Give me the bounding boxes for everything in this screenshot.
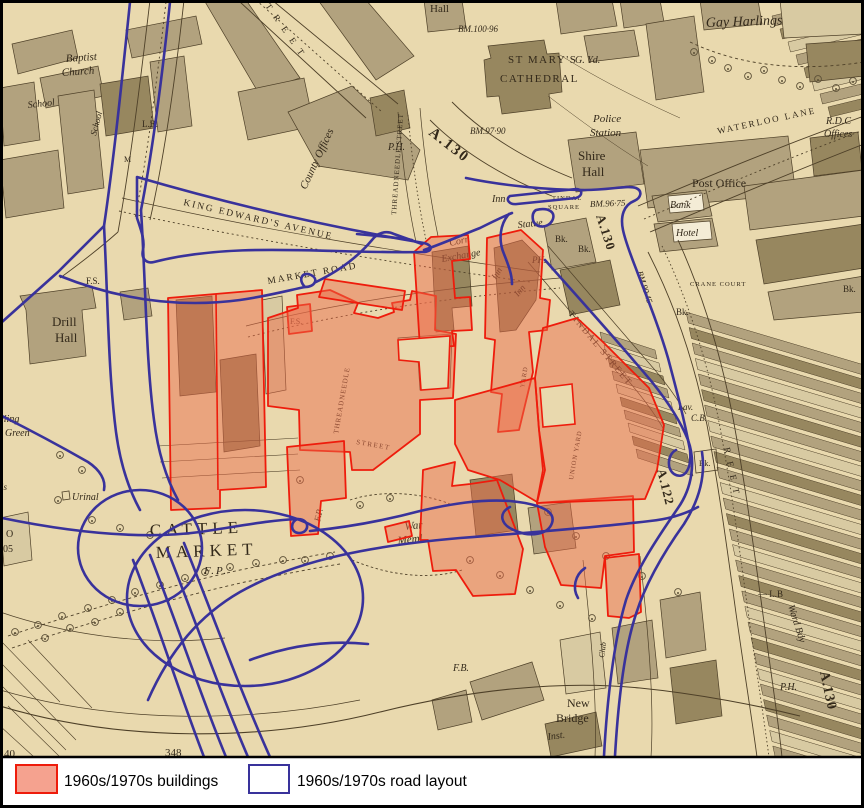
map-label: CRANE COURT — [690, 281, 746, 288]
map-label: Urinal — [72, 492, 99, 503]
tree-icon — [61, 616, 63, 618]
building-block — [806, 40, 864, 82]
tree-icon — [94, 622, 96, 624]
map-label: SQUARE — [548, 204, 580, 211]
tree-icon — [37, 625, 39, 627]
tree-icon — [727, 68, 729, 70]
legend: 1960s/1970s buildings 1960s/1970s road l… — [0, 757, 864, 804]
map-label: Shire — [578, 148, 606, 163]
map-label: Post Office — [692, 176, 746, 190]
map-label: F.B. — [452, 663, 469, 674]
tree-icon — [852, 81, 854, 83]
map-label: Bk. — [676, 307, 689, 317]
tree-icon — [747, 76, 749, 78]
tree-icon — [389, 498, 391, 500]
legend-swatch-roads — [249, 765, 289, 793]
map-layers: Gay Harlings Hall BM.100·96 ST MARY'SG. Yd.… — [0, 0, 864, 808]
legend-label-buildings: 1960s/1970s buildings — [64, 773, 219, 790]
tree-icon — [119, 528, 121, 530]
map-label: BM.96·75 — [590, 198, 626, 209]
tree-icon — [817, 79, 819, 81]
map-label: Station — [590, 127, 622, 139]
map-label: P.H. — [387, 142, 405, 153]
map-label: BM.97·90 — [470, 126, 506, 136]
map-label: Bank — [670, 200, 691, 211]
tree-icon — [677, 592, 679, 594]
tree-icon — [559, 605, 561, 607]
map-label: C.B. — [691, 413, 707, 423]
tree-icon — [763, 70, 765, 72]
map-label: Bk. — [578, 244, 591, 254]
map-label: Hotel — [675, 228, 698, 239]
map-label: Bridge — [556, 711, 589, 725]
tree-icon — [711, 60, 713, 62]
map-label: Hall — [55, 330, 78, 345]
map-label: Church — [61, 65, 95, 79]
building-block — [0, 150, 64, 218]
map-label: O — [6, 529, 13, 540]
map-label: Bk. — [843, 284, 856, 294]
tree-icon — [57, 500, 59, 502]
map-label: Gay Harlings — [706, 13, 784, 31]
historic-map: Gay Harlings Hall BM.100·96 ST MARY'SG. Yd.… — [0, 0, 864, 808]
tree-icon — [87, 608, 89, 610]
map-label: F.P. — [203, 565, 228, 577]
tree-icon — [835, 88, 837, 90]
building-block — [646, 16, 704, 100]
map-label: Hall — [430, 3, 449, 15]
map-label: — L.B — [757, 589, 783, 599]
tree-icon — [229, 567, 231, 569]
tree-icon — [304, 560, 306, 562]
tree-icon — [693, 52, 695, 54]
map-label: G. Yd. — [575, 55, 600, 66]
tree-icon — [641, 576, 643, 578]
map-label: Police — [592, 113, 621, 125]
tree-icon — [14, 632, 16, 634]
building-block — [780, 0, 864, 38]
tree-icon — [91, 520, 93, 522]
map-label: Bk. — [699, 459, 710, 468]
tree-icon — [81, 470, 83, 472]
map-label: F.S. — [86, 276, 100, 286]
map-label: CATHEDRAL — [500, 73, 579, 85]
building-block — [660, 592, 706, 658]
tree-icon — [282, 560, 284, 562]
map-label: Hall — [582, 164, 605, 179]
legend-label-roads: 1960s/1970s road layout — [297, 773, 467, 790]
building-block — [0, 82, 40, 146]
tree-icon — [359, 505, 361, 507]
map-label: P.H. — [779, 682, 797, 693]
tree-icon — [59, 455, 61, 457]
tree-icon — [134, 592, 136, 594]
map-label: New — [567, 696, 590, 710]
tree-icon — [44, 638, 46, 640]
map-label: ST MARY'S — [508, 54, 577, 66]
map-label: Inn — [491, 194, 505, 205]
tree-icon — [781, 80, 783, 82]
tree-icon — [255, 563, 257, 565]
map-label: 05 — [3, 544, 13, 555]
map-label: M — [124, 155, 131, 164]
map-figure: Gay Harlings Hall BM.100·96 ST MARY'SG. Yd.… — [0, 0, 864, 808]
tree-icon — [69, 628, 71, 630]
tree-icon — [591, 618, 593, 620]
tree-icon — [799, 86, 801, 88]
map-label: Baptist — [65, 51, 98, 65]
legend-swatch-buildings — [16, 765, 57, 793]
map-label: R.D.C — [825, 116, 851, 127]
map-label: Bk. — [555, 234, 568, 244]
map-label: Drill — [52, 314, 77, 329]
tree-icon — [184, 578, 186, 580]
tree-icon — [529, 590, 531, 592]
map-label: BM.100·96 — [458, 24, 498, 34]
tree-icon — [119, 612, 121, 614]
overlay-building-hole — [540, 384, 575, 427]
map-label: Offices — [824, 129, 852, 140]
